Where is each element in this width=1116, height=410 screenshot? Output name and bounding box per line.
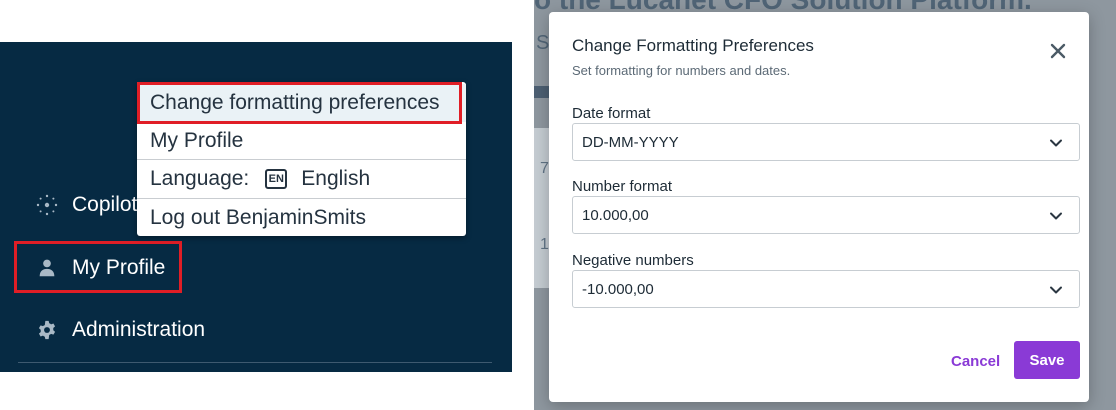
sidebar-item-administration[interactable]: Administration: [34, 317, 205, 343]
negative-numbers-select[interactable]: -10.000,00: [572, 270, 1080, 308]
number-format-label: Number format: [572, 178, 673, 195]
highlight-box-my-profile: [14, 241, 182, 293]
sparkle-icon: [34, 192, 60, 218]
menu-item-log-out[interactable]: Log out BenjaminSmits: [137, 198, 466, 237]
menu-item-label: Log out BenjaminSmits: [150, 206, 366, 229]
sidebar-divider: [18, 362, 492, 363]
highlight-box-change-formatting: [137, 82, 462, 124]
sidebar-item-label: Copilot: [72, 193, 138, 216]
background-bar: [534, 86, 550, 98]
background-number: 7: [540, 160, 549, 177]
chevron-down-icon: [1050, 212, 1062, 220]
dialog-subtitle: Set formatting for numbers and dates.: [572, 63, 791, 78]
negative-numbers-label: Negative numbers: [572, 252, 694, 269]
background-number: 1: [540, 236, 549, 253]
user-menu: Change formatting preferences My Profile…: [137, 82, 466, 236]
language-badge: EN: [265, 169, 288, 189]
negative-numbers-value: -10.000,00: [582, 280, 654, 298]
menu-item-my-profile[interactable]: My Profile: [137, 122, 466, 160]
sidebar-item-label: Administration: [72, 318, 206, 341]
chevron-down-icon: [1050, 286, 1062, 294]
background-fragment: S: [536, 32, 550, 54]
date-format-label: Date format: [572, 105, 651, 122]
date-format-select[interactable]: DD-MM-YYYY: [572, 123, 1080, 161]
number-format-value: 10.000,00: [582, 206, 649, 224]
background-card: [534, 128, 550, 288]
sidebar-item-copilot[interactable]: Copilot: [34, 192, 137, 218]
close-button[interactable]: [1047, 40, 1069, 62]
date-format-value: DD-MM-YYYY: [582, 133, 679, 151]
gear-icon: [34, 317, 60, 343]
save-button[interactable]: Save: [1014, 341, 1080, 379]
sidebar-panel: Copilot My Profile Administration Change…: [0, 42, 512, 372]
dialog-title: Change Formatting Preferences: [572, 36, 814, 55]
cancel-button[interactable]: Cancel: [943, 342, 1008, 380]
menu-item-label: My Profile: [150, 129, 244, 152]
number-format-select[interactable]: 10.000,00: [572, 196, 1080, 234]
chevron-down-icon: [1050, 139, 1062, 147]
formatting-preferences-dialog: Change Formatting Preferences Set format…: [549, 12, 1089, 402]
menu-item-label: Language:: [150, 167, 250, 190]
language-value: English: [301, 167, 371, 190]
close-icon: [1050, 43, 1066, 59]
menu-item-language[interactable]: Language: EN English: [137, 159, 466, 198]
